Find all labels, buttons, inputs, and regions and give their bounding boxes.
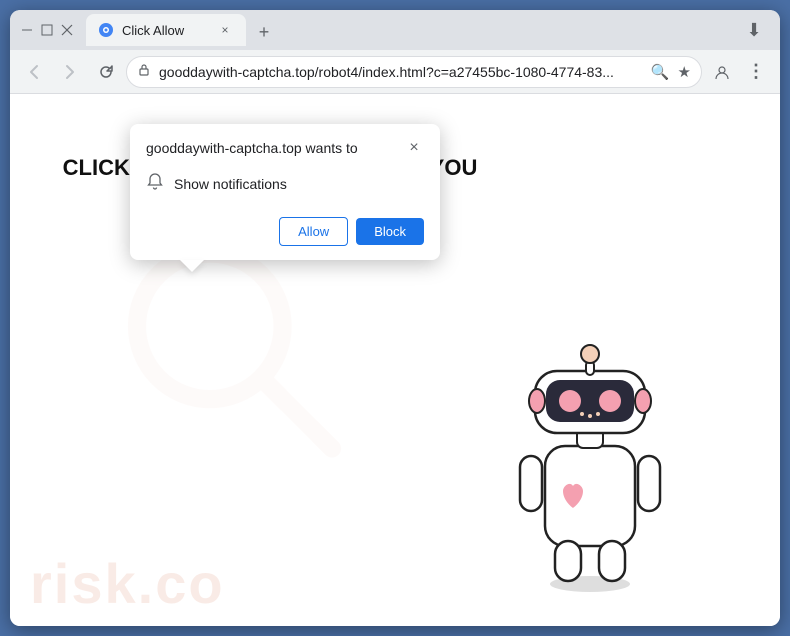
- popup-title: gooddaywith-captcha.top wants to: [146, 140, 358, 156]
- title-bar-right: ⬇: [738, 14, 770, 46]
- search-icon: 🔍: [651, 63, 670, 81]
- title-bar: Click Allow × + ⬇: [10, 10, 780, 50]
- lock-icon: [137, 63, 151, 80]
- toolbar: gooddaywith-captcha.top/robot4/index.htm…: [10, 50, 780, 94]
- bookmark-icon[interactable]: ★: [678, 63, 691, 81]
- address-bar[interactable]: gooddaywith-captcha.top/robot4/index.htm…: [126, 56, 702, 88]
- popup-notification-row: Show notifications: [130, 166, 440, 209]
- bell-icon: [146, 172, 164, 195]
- allow-button[interactable]: Allow: [279, 217, 348, 246]
- reload-button[interactable]: [90, 56, 122, 88]
- profile-button[interactable]: [706, 56, 738, 88]
- tab-title: Click Allow: [122, 23, 208, 38]
- notification-label: Show notifications: [174, 176, 287, 192]
- tab-close-button[interactable]: ×: [216, 21, 234, 39]
- maximize-button[interactable]: [40, 23, 54, 37]
- popup-header: gooddaywith-captcha.top wants to ×: [130, 124, 440, 166]
- popup-tail: [180, 260, 204, 272]
- address-text: gooddaywith-captcha.top/robot4/index.htm…: [159, 64, 643, 80]
- browser-window: Click Allow × + ⬇: [10, 10, 780, 626]
- tab-favicon: [98, 22, 114, 38]
- new-tab-button[interactable]: +: [250, 18, 278, 46]
- forward-button[interactable]: [54, 56, 86, 88]
- back-button[interactable]: [18, 56, 50, 88]
- close-button[interactable]: [60, 23, 74, 37]
- notification-popup: gooddaywith-captcha.top wants to × Show …: [130, 124, 440, 260]
- webpage: risk.co CLICK ALLOW TO CONFIRM THAT YOU …: [10, 94, 780, 626]
- chrome-download-icon[interactable]: ⬇: [738, 14, 770, 46]
- menu-button[interactable]: ⋮: [740, 56, 772, 88]
- active-tab[interactable]: Click Allow ×: [86, 14, 246, 46]
- popup-close-button[interactable]: ×: [404, 138, 424, 158]
- popup-actions: Allow Block: [130, 209, 440, 260]
- window-controls: [20, 23, 74, 37]
- tabs-area: Click Allow × +: [82, 14, 730, 46]
- minimize-button[interactable]: [20, 23, 34, 37]
- block-button[interactable]: Block: [356, 218, 424, 245]
- toolbar-right: ⋮: [706, 56, 772, 88]
- robot-illustration: [480, 316, 700, 596]
